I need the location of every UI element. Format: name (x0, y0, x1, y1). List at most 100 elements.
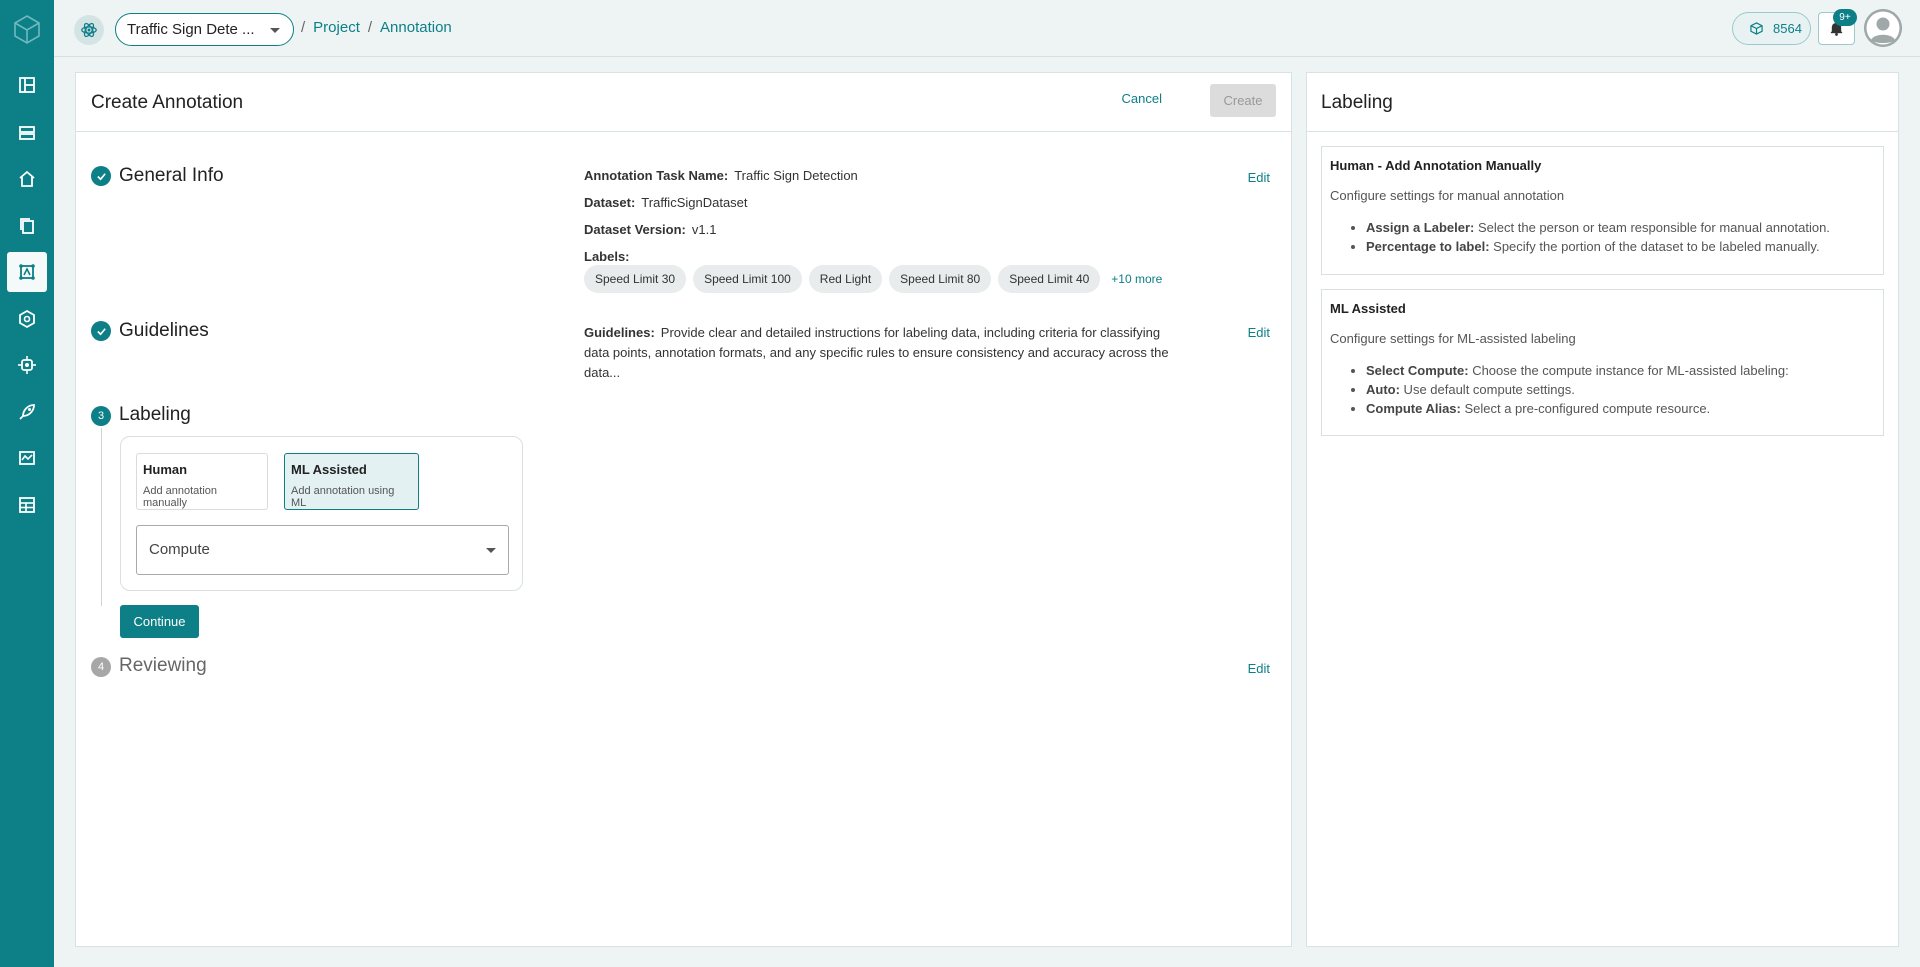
task-name-label: Annotation Task Name: (584, 168, 729, 183)
server-icon (19, 126, 35, 140)
help-human-title: Human - Add Annotation Manually (1330, 158, 1542, 173)
check-icon (91, 321, 111, 341)
notification-badge: 9+ (1833, 9, 1857, 26)
labeling-help-panel: Labeling Human - Add Annotation Manually… (1306, 72, 1899, 947)
guidelines-text: Guidelines: Provide clear and detailed in… (584, 323, 1169, 383)
labels-row: Labels: (584, 249, 636, 264)
step-number-badge: 4 (91, 657, 111, 677)
labeling-options-box: Human Add annotation manually ML Assiste… (120, 436, 523, 591)
help-human-list: Assign a Labeler: Select the person or t… (1366, 218, 1875, 256)
model-icon (19, 309, 35, 329)
credits-button[interactable]: 8564 (1732, 12, 1811, 45)
step-reviewing-title: Reviewing (119, 655, 207, 676)
label-chip: Red Light (808, 265, 883, 293)
cube-icon (1750, 22, 1763, 35)
chevron-down-icon (270, 28, 280, 33)
project-select-value: Traffic Sign Dete ... (127, 21, 255, 38)
sidebar-item-models[interactable] (7, 299, 47, 339)
label-chip: Speed Limit 40 (998, 265, 1101, 293)
dashboard-icon (19, 77, 35, 93)
sidebar-item-documents[interactable] (7, 206, 47, 246)
label-chip: Speed Limit 100 (693, 265, 802, 293)
dataset-label: Dataset: (584, 195, 636, 210)
step-number-badge: 3 (91, 406, 111, 426)
cube-logo-icon (14, 15, 40, 44)
edit-general-info-link[interactable]: Edit (1248, 170, 1270, 185)
label-chip: Speed Limit 30 (584, 265, 687, 293)
cancel-button[interactable]: Cancel (1122, 91, 1162, 106)
guidelines-value: Provide clear and detailed instructions … (584, 325, 1169, 380)
sidebar-item-compute[interactable] (7, 345, 47, 385)
breadcrumb-project[interactable]: Project (313, 19, 360, 36)
user-icon (1864, 9, 1902, 47)
app-logo[interactable] (12, 14, 42, 44)
sidebar-item-home[interactable] (7, 159, 47, 199)
list-item: Percentage to label: Specify the portion… (1366, 237, 1875, 256)
project-icon[interactable] (74, 15, 104, 45)
option-human[interactable]: Human Add annotation manually (136, 453, 268, 510)
breadcrumb-annotation[interactable]: Annotation (380, 19, 452, 36)
task-name-value: Traffic Sign Detection (734, 168, 858, 183)
page-title: Create Annotation (91, 92, 244, 113)
sidebar-item-deploy[interactable] (7, 392, 47, 432)
labels-label: Labels: (584, 249, 630, 264)
list-item: Auto: Use default compute settings. (1366, 380, 1875, 399)
list-item: Assign a Labeler: Select the person or t… (1366, 218, 1875, 237)
step-general-info-title: General Info (119, 165, 224, 186)
option-ml-subtitle: Add annotation using ML (291, 485, 395, 509)
label-chip: Speed Limit 80 (889, 265, 992, 293)
monitor-icon (19, 451, 35, 465)
sidebar-item-monitoring[interactable] (7, 438, 47, 478)
dataset-version-label: Dataset Version: (584, 222, 686, 237)
step-labeling-title: Labeling (119, 404, 191, 425)
help-human-desc: Configure settings for manual annotation (1330, 188, 1565, 203)
atom-icon (81, 22, 97, 38)
home-icon (19, 170, 35, 187)
dataset-row: Dataset: TrafficSignDataset (584, 195, 748, 210)
create-annotation-panel: Create Annotation Cancel Create General … (75, 72, 1292, 947)
top-header: Traffic Sign Dete ... / Project / Annota… (54, 0, 1920, 57)
compute-placeholder: Compute (149, 541, 210, 558)
option-human-title: Human (143, 462, 188, 477)
help-ml-desc: Configure settings for ML-assisted label… (1330, 331, 1576, 346)
edit-guidelines-link[interactable]: Edit (1248, 325, 1270, 340)
help-panel-header: Labeling (1307, 73, 1898, 132)
sidebar-item-reports[interactable] (7, 485, 47, 525)
sidebar-item-annotation[interactable] (7, 252, 47, 292)
option-human-subtitle: Add annotation manually (143, 485, 218, 509)
sidebar-item-storage[interactable] (7, 113, 47, 153)
dataset-version-value: v1.1 (691, 222, 717, 237)
option-ml-assisted[interactable]: ML Assisted Add annotation using ML (284, 453, 419, 510)
list-item: Select Compute: Choose the compute insta… (1366, 361, 1875, 380)
create-button[interactable]: Create (1210, 84, 1276, 117)
help-ml-list: Select Compute: Choose the compute insta… (1366, 361, 1875, 418)
panel-header: Create Annotation Cancel Create (76, 73, 1291, 132)
annotation-icon (19, 264, 35, 280)
chevron-down-icon (486, 548, 496, 553)
credits-count: 8564 (1773, 21, 1802, 36)
step-guidelines-title: Guidelines (119, 320, 209, 341)
help-human-section: Human - Add Annotation Manually Configur… (1321, 146, 1884, 275)
check-icon (91, 166, 111, 186)
task-name-row: Annotation Task Name: Traffic Sign Detect… (584, 168, 858, 183)
rocket-icon (19, 404, 35, 420)
documents-icon (20, 218, 34, 234)
avatar[interactable] (1864, 9, 1902, 47)
help-ml-section: ML Assisted Configure settings for ML-as… (1321, 289, 1884, 436)
edit-reviewing-link[interactable]: Edit (1248, 661, 1270, 676)
dataset-version-row: Dataset Version: v1.1 (584, 222, 716, 237)
chip-icon (18, 356, 36, 374)
help-ml-title: ML Assisted (1330, 301, 1406, 316)
option-ml-title: ML Assisted (291, 462, 367, 477)
sidebar-item-dashboard[interactable] (7, 65, 47, 105)
dataset-value: TrafficSignDataset (641, 195, 748, 210)
table-icon (19, 497, 35, 513)
more-labels-link[interactable]: +10 more (1111, 272, 1162, 286)
project-select[interactable]: Traffic Sign Dete ... (115, 13, 294, 46)
help-panel-title: Labeling (1321, 92, 1393, 113)
continue-button[interactable]: Continue (120, 605, 199, 638)
guidelines-label: Guidelines: (584, 325, 655, 340)
compute-select[interactable]: Compute (136, 525, 509, 575)
labels-list: Speed Limit 30 Speed Limit 100 Red Light… (584, 265, 1162, 293)
sidebar (0, 0, 54, 967)
